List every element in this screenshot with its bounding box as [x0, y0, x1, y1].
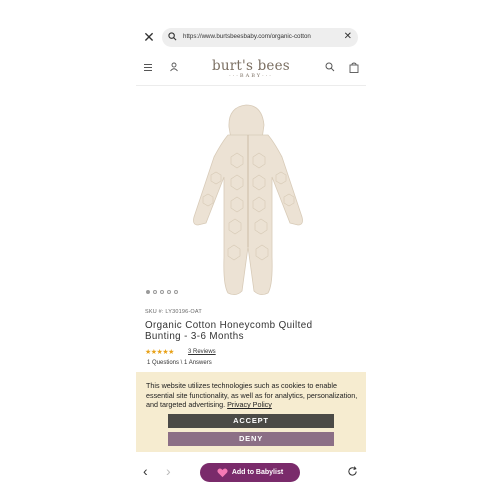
carousel-dot[interactable] [146, 290, 150, 294]
shopping-bag-icon[interactable] [349, 62, 359, 73]
carousel-dot[interactable] [167, 290, 171, 294]
account-icon[interactable] [169, 62, 179, 72]
logo-text: burt's bees [212, 58, 290, 74]
menu-icon[interactable] [144, 64, 152, 71]
accept-button[interactable]: ACCEPT [168, 414, 334, 428]
refresh-icon[interactable] [347, 466, 358, 477]
deny-button[interactable]: DENY [168, 432, 334, 446]
site-header: burt's bees ···BABY··· [136, 53, 366, 86]
cookie-text: This website utilizes technologies such … [146, 381, 358, 410]
add-to-babylist-button[interactable]: Add to Babylist [200, 463, 300, 482]
clear-icon[interactable]: ✕ [344, 31, 352, 43]
close-icon[interactable]: ✕ [142, 30, 156, 44]
logo[interactable]: burt's bees ···BABY··· [208, 59, 294, 79]
rating-stars: ★★★★★ [145, 349, 174, 356]
carousel-dot[interactable] [153, 290, 157, 294]
bottom-toolbar: ‹ › Add to Babylist [136, 456, 366, 492]
back-arrow-icon[interactable]: ‹ [143, 464, 148, 478]
product-sku: SKU #: LY30196-OAT [145, 309, 202, 315]
carousel-dot[interactable] [160, 290, 164, 294]
bunting-illustration [193, 104, 303, 295]
reviews-link[interactable]: 3 Reviews [188, 349, 216, 355]
babylist-label: Add to Babylist [231, 469, 284, 476]
browser-bar: ✕ https://www.burtsbeesbaby.com/organic-… [136, 22, 366, 52]
product-image[interactable] [136, 97, 366, 307]
carousel-dot[interactable] [174, 290, 178, 294]
product-title: Organic Cotton Honeycomb Quilted Bunting… [145, 320, 313, 342]
qa-link[interactable]: 1 Questions \ 1 Answers [147, 360, 212, 366]
image-carousel-dots[interactable] [146, 290, 178, 294]
phone-screen: ✕ https://www.burtsbeesbaby.com/organic-… [136, 22, 366, 492]
url-text: https://www.burtsbeesbaby.com/organic-co… [183, 33, 311, 40]
url-bar[interactable]: https://www.burtsbeesbaby.com/organic-co… [162, 28, 358, 47]
search-icon [168, 32, 177, 41]
heart-icon [217, 467, 228, 477]
forward-arrow-icon[interactable]: › [166, 464, 171, 478]
privacy-policy-link[interactable]: Privacy Policy [227, 400, 272, 409]
search-icon[interactable] [325, 62, 335, 72]
